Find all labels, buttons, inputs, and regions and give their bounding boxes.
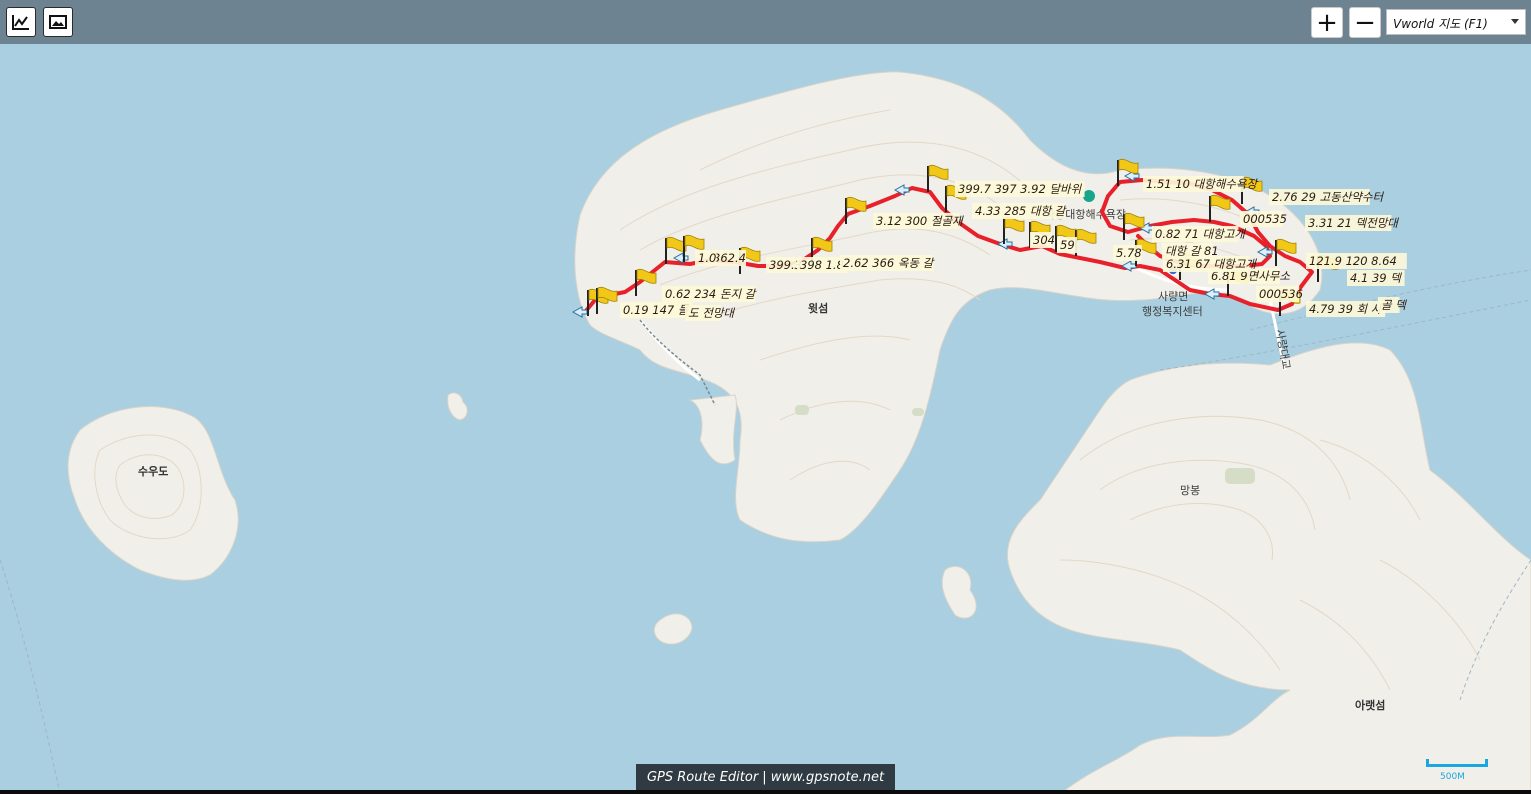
waypoint-label: 1.0	[695, 250, 717, 266]
waypoint-label: 398 1.8	[797, 257, 848, 273]
waypoint-label: 000536	[1256, 286, 1303, 302]
svg-text:000536: 000536	[1259, 287, 1303, 301]
waypoint-label: 2.76 29 고동산약수터	[1269, 189, 1384, 205]
waypoint-label: 대항 갈 81	[1162, 243, 1219, 259]
svg-text:4.1 39 덱: 4.1 39 덱	[1350, 271, 1402, 285]
map-type-select[interactable]: Vworld 지도 (F1)	[1386, 9, 1526, 35]
svg-text:2.76 29 고동산약수터: 2.76 29 고동산약수터	[1272, 190, 1384, 204]
waypoint-label: 3.12 300 절골재	[873, 213, 964, 229]
zoom-out-button[interactable]: −	[1349, 7, 1381, 38]
beach-marker-icon[interactable]	[1083, 190, 1095, 202]
svg-text:4.79 39 회 사: 4.79 39 회 사	[1309, 302, 1383, 316]
place-office-1: 사량면	[1158, 290, 1188, 303]
map-canvas[interactable]: 수우도 윗섬 망봉 아랫섬 사량면 행정복지센터 사량대항해수욕장 사량대교 0…	[0, 0, 1531, 794]
place-wotseom: 윗섬	[808, 301, 828, 315]
green-patch	[1225, 468, 1255, 484]
svg-text:121.9 120 8.64: 121.9 120 8.64	[1309, 254, 1397, 268]
svg-text:59: 59	[1060, 238, 1075, 252]
svg-text:399.7 397 3.92 달바위: 399.7 397 3.92 달바위	[958, 182, 1083, 196]
svg-text:골 덱: 골 덱	[1381, 298, 1407, 312]
waypoint-label: 5.78	[1113, 245, 1142, 261]
image-export-button[interactable]	[43, 7, 73, 37]
svg-text:대항 갈 81: 대항 갈 81	[1165, 244, 1219, 258]
place-mangbong: 망봉	[1180, 484, 1200, 497]
green-patch-2	[795, 405, 809, 415]
svg-text:0.62 234 돈지 갈: 0.62 234 돈지 갈	[665, 287, 757, 301]
svg-text:398 1.8: 398 1.8	[800, 258, 844, 272]
svg-text:1.0: 1.0	[698, 251, 716, 265]
waypoint-label: 399.7 397 3.92 달바위	[955, 181, 1085, 197]
zoom-in-button[interactable]: +	[1311, 7, 1343, 38]
svg-text:4.33 285 대항 갈: 4.33 285 대항 갈	[975, 204, 1067, 218]
svg-text:399.3: 399.3	[769, 258, 802, 272]
top-toolbar	[0, 0, 1531, 44]
waypoint-label: 0.19 147 들	[620, 302, 692, 318]
svg-text:0.82 71 대항고개: 0.82 71 대항고개	[1155, 227, 1246, 241]
svg-text:362.4: 362.4	[713, 251, 746, 265]
waypoint-label: 121.9 120 8.64	[1306, 253, 1407, 269]
waypoint-label: 1.51 10 대항해수욕장	[1143, 176, 1258, 192]
waypoint-label: 4.79 39 회 사	[1306, 301, 1386, 317]
waypoint-label: 0.82 71 대항고개	[1152, 226, 1246, 242]
svg-text:0.19 147 들: 0.19 147 들	[623, 303, 690, 317]
scale-bar	[1426, 759, 1488, 767]
place-araetseom: 아랫섬	[1355, 698, 1385, 712]
place-sudo: 수우도	[138, 465, 168, 478]
waypoint-label: 2.62 366 옥동 갈	[840, 255, 935, 271]
svg-text:1.51 10 대항해수욕장: 1.51 10 대항해수욕장	[1146, 177, 1258, 191]
green-patch-3	[912, 408, 924, 416]
waypoint-label: 도 전망대	[685, 305, 735, 321]
waypoint-label: 304	[1030, 232, 1055, 248]
place-office-2: 행정복지센터	[1142, 305, 1203, 318]
waypoint-label: 4.1 39 덱	[1347, 270, 1405, 286]
waypoint-label: 골 덱	[1378, 297, 1407, 313]
svg-text:3.31 21 덱전망대: 3.31 21 덱전망대	[1308, 216, 1399, 230]
scale-label: 500M	[1440, 772, 1465, 782]
waypoint-label: 3.31 21 덱전망대	[1305, 215, 1399, 231]
bottom-border	[0, 790, 1531, 794]
svg-text:도 전망대: 도 전망대	[688, 306, 735, 320]
elevation-chart-button[interactable]	[6, 7, 36, 37]
waypoint-label: 399.3	[766, 257, 802, 273]
waypoint-label: 59	[1057, 237, 1077, 253]
waypoint-label: 0.62 234 돈지 갈	[662, 286, 757, 302]
chart-line-icon	[12, 15, 29, 30]
waypoint-label: 4.33 285 대항 갈	[972, 203, 1067, 219]
svg-text:304: 304	[1033, 233, 1055, 247]
svg-text:5.78: 5.78	[1116, 246, 1142, 260]
svg-text:6.31 67 대항고개: 6.31 67 대항고개	[1166, 257, 1257, 271]
map-type-selected: Vworld 지도 (F1)	[1393, 17, 1488, 31]
chevron-down-icon	[1511, 19, 1519, 24]
svg-text:3.12 300 절골재: 3.12 300 절골재	[876, 214, 964, 228]
image-icon	[49, 15, 67, 29]
waypoint-label: 000535	[1240, 211, 1287, 227]
svg-text:000535: 000535	[1243, 212, 1287, 226]
svg-text:2.62 366 옥동 갈: 2.62 366 옥동 갈	[843, 256, 935, 270]
footer-credit: GPS Route Editor | www.gpsnote.net	[636, 764, 895, 790]
